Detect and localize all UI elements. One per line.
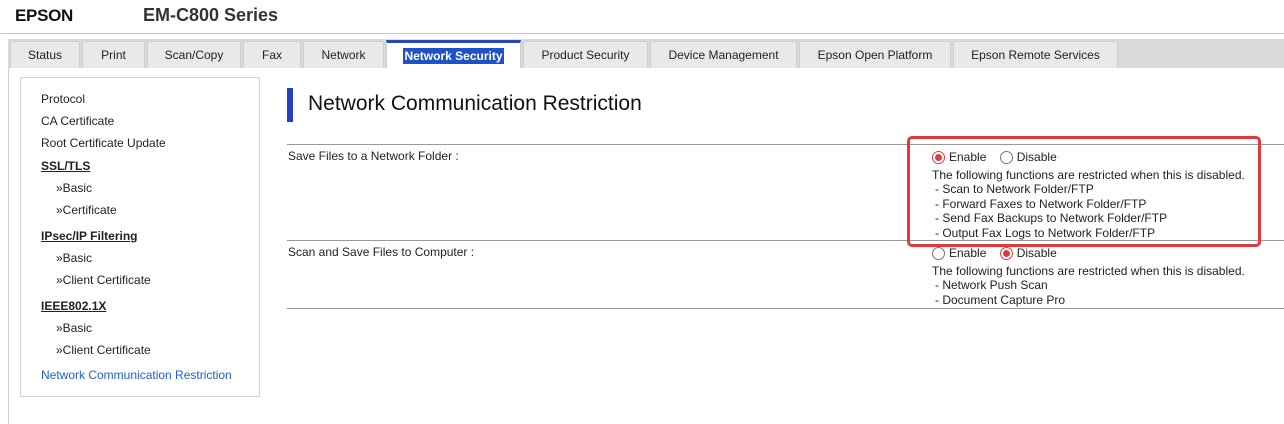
tab-label: Print (101, 48, 126, 62)
tab-fax[interactable]: Fax (243, 41, 301, 68)
sidebar-item-ssl-certificate[interactable]: »Certificate (56, 203, 117, 217)
page-title: Network Communication Restriction (308, 92, 642, 115)
restriction-note: The following functions are restricted w… (932, 264, 1245, 307)
restricted-function: - Document Capture Pro (935, 292, 1066, 307)
tab-device-management[interactable]: Device Management (650, 41, 797, 68)
tab-label: Device Management (668, 48, 779, 62)
tab-epson-open-platform[interactable]: Epson Open Platform (799, 41, 951, 68)
sidebar-item-ieee-basic[interactable]: »Basic (56, 321, 92, 335)
setting-label-scan-save-files-computer: Scan and Save Files to Computer : (288, 245, 475, 259)
divider (287, 308, 1284, 309)
tab-status[interactable]: Status (10, 41, 80, 68)
sidebar-item-ssl-basic[interactable]: »Basic (56, 181, 92, 195)
sidebar-heading-ipsec: IPsec/IP Filtering (41, 229, 138, 243)
radio-checked-icon (999, 246, 1013, 260)
tab-scan-copy[interactable]: Scan/Copy (147, 41, 241, 68)
tab-network[interactable]: Network (303, 41, 384, 68)
setting-label-save-files-network-folder: Save Files to a Network Folder : (288, 149, 459, 163)
sidebar-item-protocol[interactable]: Protocol (41, 92, 85, 106)
model-name: EM-C800 Series (143, 5, 279, 25)
sidebar-item-ipsec-client-certificate[interactable]: »Client Certificate (56, 273, 151, 287)
tab-epson-remote-services[interactable]: Epson Remote Services (953, 41, 1118, 68)
sidebar-item-root-certificate-update[interactable]: Root Certificate Update (41, 136, 166, 150)
tab-label: Network Security (403, 48, 504, 64)
sidebar-item-ipsec-basic[interactable]: »Basic (56, 251, 92, 265)
tab-label: Network (321, 48, 366, 62)
sidebar-heading-ieee8021x: IEEE802.1X (41, 299, 107, 313)
tab-network-security[interactable]: Network Security (386, 40, 521, 68)
sidebar-item-network-communication-restriction[interactable]: Network Communication Restriction (41, 368, 232, 382)
sidebar-item-ieee-client-certificate[interactable]: »Client Certificate (56, 343, 151, 357)
tab-product-security[interactable]: Product Security (523, 41, 648, 68)
header-divider (0, 33, 1284, 34)
sidebar-item-ca-certificate[interactable]: CA Certificate (41, 114, 114, 128)
tab-print[interactable]: Print (82, 41, 145, 68)
restriction-note-text: The following functions are restricted w… (932, 264, 1245, 278)
sidebar: Protocol CA Certificate Root Certificate… (20, 77, 260, 397)
highlight-annotation (907, 136, 1261, 247)
tab-label: Product Security (541, 48, 630, 62)
tab-label: Fax (261, 48, 282, 62)
sidebar-heading-ssl-tls: SSL/TLS (41, 159, 91, 173)
tab-label: Status (27, 48, 63, 62)
epson-logo: EPSON (15, 6, 74, 25)
radio-unchecked-icon (932, 246, 945, 260)
tab-label: Epson Open Platform (817, 48, 933, 62)
tab-label: Epson Remote Services (971, 48, 1100, 62)
tab-label: Scan/Copy (164, 48, 224, 62)
restricted-function: - Network Push Scan (935, 278, 1048, 293)
radio-label: Disable (1016, 246, 1057, 260)
page-left-border (8, 68, 9, 424)
scan-save-files-computer-disable-radio[interactable]: Disable (999, 246, 1057, 260)
radio-label: Enable (949, 246, 987, 260)
scan-save-files-computer-radio-group: Enable Disable (932, 246, 1067, 263)
scan-save-files-computer-enable-radio[interactable]: Enable (932, 246, 986, 260)
title-accent-bar (287, 88, 293, 122)
